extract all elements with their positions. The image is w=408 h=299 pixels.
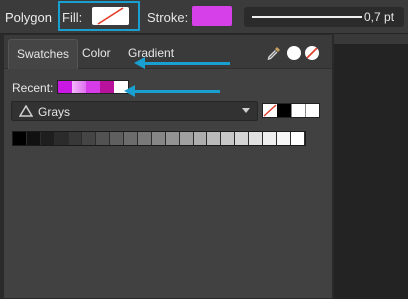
gray-swatch[interactable] xyxy=(276,132,291,145)
fill-highlight-box xyxy=(58,1,140,31)
gray-swatch[interactable] xyxy=(26,132,41,145)
eyedropper-icon[interactable] xyxy=(266,45,282,61)
gray-swatch[interactable] xyxy=(68,132,83,145)
gray-swatch[interactable] xyxy=(165,132,180,145)
white-circle-icon[interactable] xyxy=(287,46,301,60)
stroke-width-line xyxy=(252,16,362,18)
grays-swatch-row xyxy=(12,131,306,146)
recent-label: Recent: xyxy=(12,81,54,95)
gray-swatch[interactable] xyxy=(179,132,194,145)
recent-swatch[interactable] xyxy=(100,81,114,93)
quick-swatch-white[interactable] xyxy=(305,104,319,117)
no-color-icon[interactable] xyxy=(305,46,319,60)
recent-swatch[interactable] xyxy=(72,81,86,93)
tab-color[interactable]: Color xyxy=(82,46,111,60)
stroke-width-slider[interactable]: 0,7 pt xyxy=(244,7,404,27)
gray-swatch[interactable] xyxy=(290,132,305,145)
recent-swatch[interactable] xyxy=(58,81,72,93)
quick-swatch-black[interactable] xyxy=(277,104,291,117)
palette-dropdown[interactable]: Grays xyxy=(11,101,258,121)
gray-swatch[interactable] xyxy=(263,132,277,145)
chevron-down-icon xyxy=(242,108,250,113)
annotation-arrow-recent xyxy=(124,85,220,97)
tab-swatches[interactable]: Swatches xyxy=(8,39,79,69)
no-color-slash-icon xyxy=(263,104,277,117)
gray-swatch[interactable] xyxy=(221,132,236,145)
gray-swatch[interactable] xyxy=(110,132,125,145)
gray-swatch[interactable] xyxy=(151,132,166,145)
recent-swatch[interactable] xyxy=(86,81,100,93)
tool-name: Polygon xyxy=(5,10,52,25)
gray-swatch[interactable] xyxy=(40,132,55,145)
color-panel: Swatches Color Gradient Recent: Grays xyxy=(3,34,333,299)
gray-swatch[interactable] xyxy=(235,132,250,145)
gray-swatch[interactable] xyxy=(207,132,222,145)
gray-swatch[interactable] xyxy=(82,132,97,145)
stroke-swatch[interactable] xyxy=(192,6,232,26)
gray-swatch[interactable] xyxy=(54,132,69,145)
gray-swatch[interactable] xyxy=(249,132,264,145)
gray-swatch[interactable] xyxy=(124,132,139,145)
context-toolbar: Polygon Fill: Stroke: 0,7 pt xyxy=(0,0,408,34)
quick-swatch-none[interactable] xyxy=(263,104,277,117)
gray-swatch[interactable] xyxy=(96,132,111,145)
stroke-label: Stroke: xyxy=(147,10,189,25)
gray-swatch[interactable] xyxy=(138,132,152,145)
annotation-arrow-tabs xyxy=(134,57,230,69)
gray-swatch[interactable] xyxy=(13,132,27,145)
quick-swatch-white[interactable] xyxy=(291,104,305,117)
palette-icon xyxy=(19,105,33,117)
gray-swatch[interactable] xyxy=(193,132,208,145)
canvas-top-strip xyxy=(334,34,408,44)
stroke-width-value: 0,7 pt xyxy=(364,10,395,24)
palette-dropdown-value: Grays xyxy=(38,105,71,119)
recent-swatches xyxy=(57,80,129,94)
quick-swatches xyxy=(262,103,320,118)
canvas-area xyxy=(334,34,408,299)
no-color-slash-icon xyxy=(306,47,318,59)
